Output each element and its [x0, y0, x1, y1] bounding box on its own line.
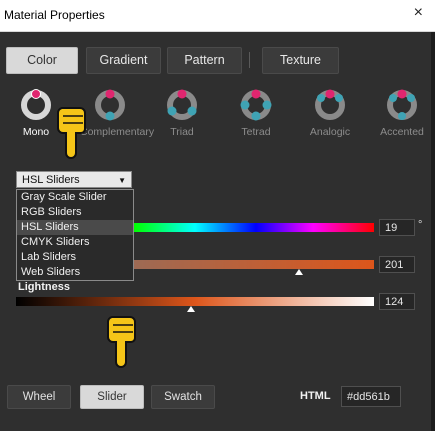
dropdown-option-hsl[interactable]: HSL Sliders	[17, 220, 133, 235]
harmony-accented[interactable]: Accented	[372, 88, 432, 138]
tab-divider	[249, 52, 250, 68]
complementary-harmony-icon	[95, 89, 125, 121]
lightness-slider[interactable]	[16, 297, 374, 306]
html-color-label: HTML	[300, 390, 331, 402]
harmony-triad[interactable]: Triad	[152, 88, 212, 138]
tab-gradient[interactable]: Gradient	[86, 47, 161, 74]
pointing-hand-icon	[57, 107, 86, 159]
pointing-hand-icon	[107, 316, 136, 368]
harmony-tetrad[interactable]: Tetrad	[226, 88, 286, 138]
dropdown-option-web[interactable]: Web Sliders	[17, 265, 133, 280]
tab-pattern[interactable]: Pattern	[167, 47, 242, 74]
triad-harmony-icon	[167, 89, 197, 120]
window-title: Material Properties	[4, 8, 105, 22]
swatch-view-button[interactable]: Swatch	[151, 385, 215, 409]
slider-mode-dropdown: Gray Scale Slider RGB Sliders HSL Slider…	[16, 189, 134, 281]
dropdown-option-gray-scale[interactable]: Gray Scale Slider	[17, 190, 133, 205]
analogic-harmony-icon	[315, 89, 345, 120]
lightness-slider-marker[interactable]	[187, 306, 196, 312]
close-icon[interactable]: ×	[414, 4, 423, 22]
dropdown-option-cmyk[interactable]: CMYK Sliders	[17, 235, 133, 250]
dropdown-option-rgb[interactable]: RGB Sliders	[17, 205, 133, 220]
tetrad-harmony-icon	[240, 89, 272, 121]
slider-mode-select[interactable]: HSL Sliders ▼	[16, 171, 132, 188]
degree-unit: °	[418, 219, 423, 231]
harmony-label: Analogic	[309, 126, 351, 138]
tab-color[interactable]: Color	[6, 47, 78, 74]
harmony-label: Triad	[170, 126, 194, 138]
dropdown-option-lab[interactable]: Lab Sliders	[17, 250, 133, 265]
hue-value-field[interactable]: 19	[379, 219, 415, 236]
harmony-complementary[interactable]: Complementary	[80, 88, 155, 138]
wheel-view-button[interactable]: Wheel	[7, 385, 71, 409]
harmony-label: Accented	[380, 126, 424, 138]
harmony-analogic[interactable]: Analogic	[300, 88, 360, 138]
html-color-input[interactable]: #dd561b	[341, 386, 401, 407]
tab-texture[interactable]: Texture	[262, 47, 339, 74]
slider-view-button[interactable]: Slider	[80, 385, 144, 409]
harmony-label: Tetrad	[241, 126, 271, 138]
harmony-label: Complementary	[80, 126, 155, 138]
lightness-label: Lightness	[18, 281, 70, 293]
accented-harmony-icon	[387, 89, 417, 120]
lightness-value-field[interactable]: 124	[379, 293, 415, 310]
title-bar: Material Properties ×	[0, 0, 435, 32]
chevron-down-icon: ▼	[118, 176, 126, 185]
saturation-value-field[interactable]: 201	[379, 256, 415, 273]
saturation-slider-marker[interactable]	[294, 269, 303, 275]
slider-mode-value: HSL Sliders	[22, 174, 80, 186]
mono-harmony-icon	[21, 89, 51, 120]
